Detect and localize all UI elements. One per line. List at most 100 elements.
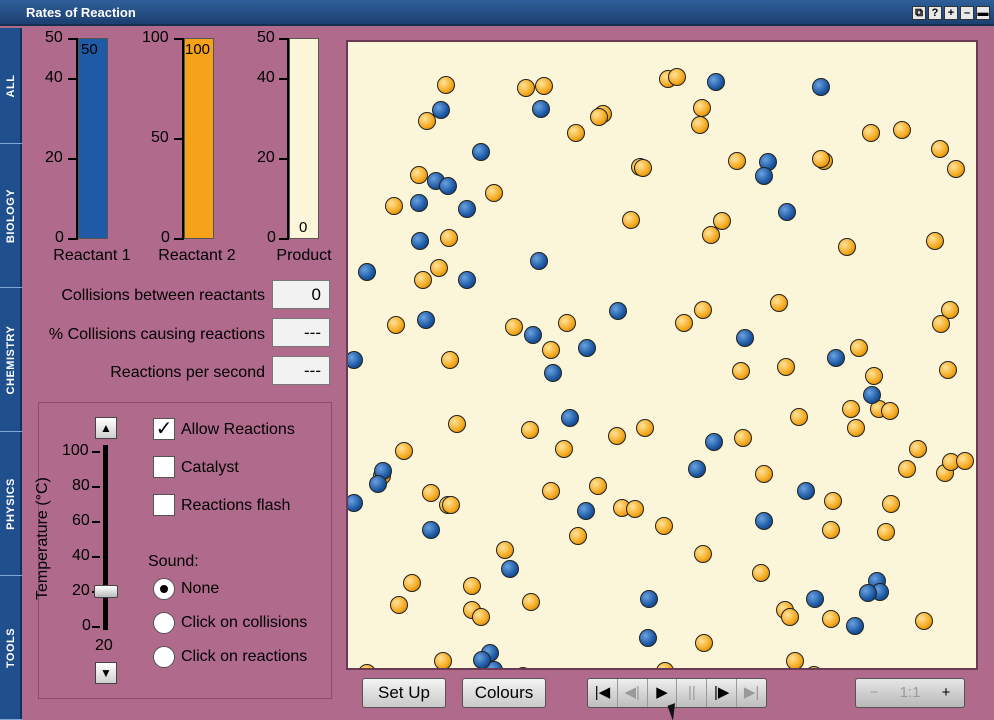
allow-reactions-label: Allow Reactions	[181, 421, 295, 438]
reactant2-particle	[812, 150, 830, 168]
reactant2-particle	[693, 99, 711, 117]
skip-start-icon[interactable]: |◀	[588, 679, 618, 707]
reactant2-particle	[728, 152, 746, 170]
reactant2-particle	[430, 259, 448, 277]
reactant2-bar: 100	[184, 38, 214, 239]
reactant2-particle	[440, 229, 458, 247]
help-icon[interactable]: ?	[928, 6, 942, 20]
reactant2-particle	[448, 415, 466, 433]
product-bar: 0	[289, 38, 319, 239]
reactant2-particle	[862, 124, 880, 142]
reactant2-tick: 50	[151, 129, 169, 146]
sound-collisions-label: Click on collisions	[181, 614, 308, 631]
reactant2-particle	[777, 358, 795, 376]
temperature-down-icon[interactable]: ▼	[95, 662, 117, 684]
zoom-out-icon[interactable]: −	[856, 679, 892, 707]
reactant2-particle	[752, 564, 770, 582]
temperature-tick: 0	[82, 617, 91, 634]
sound-reactions-radio[interactable]	[153, 646, 175, 668]
reactant2-tick: 0	[161, 229, 170, 246]
reactant2-particle	[358, 664, 376, 668]
reactant1-tick: 20	[45, 149, 63, 166]
reactant2-particle	[850, 339, 868, 357]
reactant1-particle	[846, 617, 864, 635]
reactant2-particle	[822, 521, 840, 539]
pct-collisions-label: % Collisions causing reactions	[48, 326, 265, 343]
temperature-tick: 100	[62, 442, 89, 459]
reactant2-particle	[608, 427, 626, 445]
collisions-value: 0	[272, 280, 330, 309]
reactant2-particle	[514, 667, 532, 668]
colours-button[interactable]: Colours	[462, 678, 546, 708]
temperature-up-icon[interactable]: ▲	[95, 417, 117, 439]
reactant2-particle	[387, 316, 405, 334]
product-tick: 50	[257, 29, 275, 46]
tab-all[interactable]: ALL	[0, 28, 22, 144]
reactant1-particle	[532, 100, 550, 118]
reactant2-particle	[569, 527, 587, 545]
reactant2-particle	[893, 121, 911, 139]
allow-reactions-checkbox[interactable]: ✓	[153, 418, 175, 440]
reactant2-particle	[926, 232, 944, 250]
plus-icon[interactable]: +	[944, 6, 958, 20]
temperature-slider-handle[interactable]	[94, 585, 118, 598]
step-back-icon[interactable]: ◀|	[618, 679, 648, 707]
reactant1-particle	[458, 271, 476, 289]
catalyst-checkbox[interactable]	[153, 456, 175, 478]
simulation-area[interactable]	[346, 40, 978, 670]
product-tick: 20	[257, 149, 275, 166]
reactions-flash-checkbox[interactable]	[153, 494, 175, 516]
reactant2-particle	[472, 608, 490, 626]
temperature-track[interactable]	[103, 445, 108, 630]
reactant2-particle	[734, 429, 752, 447]
reactant2-particle	[442, 496, 460, 514]
reactant2-particle	[732, 362, 750, 380]
reactant2-particle	[909, 440, 927, 458]
side-tabs: ALL BIOLOGY CHEMISTRY PHYSICS TOOLS	[0, 28, 22, 720]
tab-biology[interactable]: BIOLOGY	[0, 144, 22, 288]
sound-collisions-radio[interactable]	[153, 612, 175, 634]
reactant1-particle	[859, 584, 877, 602]
restore-icon[interactable]: ⧉	[912, 6, 926, 20]
sound-none-label: None	[181, 580, 220, 597]
reactant1-particle	[358, 263, 376, 281]
window-title: Rates of Reaction	[26, 5, 136, 20]
reactant2-particle	[691, 116, 709, 134]
sound-none-radio[interactable]	[153, 578, 175, 600]
reactant2-particle	[702, 226, 720, 244]
setup-button[interactable]: Set Up	[362, 678, 446, 708]
reactant1-particle	[778, 203, 796, 221]
close-icon[interactable]: ▬	[976, 6, 990, 20]
minimize-icon[interactable]: –	[960, 6, 974, 20]
reactant1-particle	[348, 351, 363, 369]
product-tick: 40	[257, 69, 275, 86]
reactant2-particle	[485, 184, 503, 202]
reactions-per-second-label: Reactions per second	[110, 364, 265, 381]
reactant1-particle	[707, 73, 725, 91]
step-forward-icon[interactable]: |▶	[707, 679, 738, 707]
window-controls: ⧉ ? + – ▬	[912, 6, 990, 20]
reactant2-particle	[668, 68, 686, 86]
reactant2-particle	[838, 238, 856, 256]
tab-tools[interactable]: TOOLS	[0, 576, 22, 720]
reactant2-particle	[567, 124, 585, 142]
reactant1-particle	[755, 512, 773, 530]
reactant2-particle	[656, 662, 674, 668]
reactant2-particle	[634, 159, 652, 177]
product-value: 0	[299, 219, 308, 236]
tab-chemistry[interactable]: CHEMISTRY	[0, 288, 22, 432]
reactant2-label: Reactant 2	[158, 247, 236, 264]
reactant2-particle	[694, 301, 712, 319]
reactant1-particle	[578, 339, 596, 357]
skip-end-icon[interactable]: ▶|	[737, 679, 766, 707]
reactant1-particle	[544, 364, 562, 382]
reactant2-particle	[517, 79, 535, 97]
zoom-in-icon[interactable]: +	[928, 679, 964, 707]
reactant1-particle	[812, 78, 830, 96]
playback-controls: |◀ ◀| ▶ || |▶ ▶|	[587, 678, 767, 708]
tab-physics[interactable]: PHYSICS	[0, 432, 22, 576]
reactant2-particle	[877, 523, 895, 541]
pause-icon[interactable]: ||	[677, 679, 708, 707]
reactant2-particle	[790, 408, 808, 426]
reactant2-particle	[590, 108, 608, 126]
